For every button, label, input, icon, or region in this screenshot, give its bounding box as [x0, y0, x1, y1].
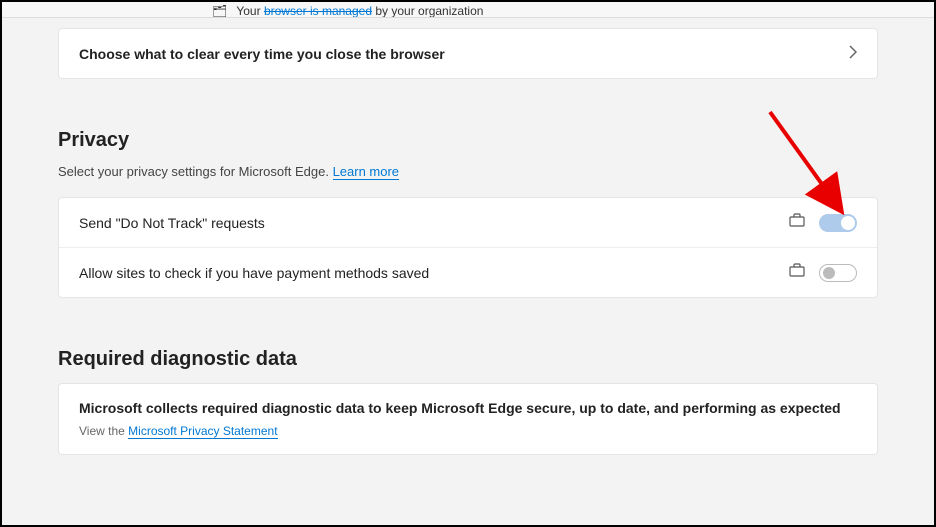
dnt-label: Send "Do Not Track" requests [79, 215, 265, 231]
diagnostic-desc: Microsoft collects required diagnostic d… [79, 400, 857, 416]
notice-link[interactable]: browser is managed [264, 4, 372, 18]
diagnostic-subtext: View the Microsoft Privacy Statement [79, 424, 857, 438]
managed-browser-notice: 🗂 Your browser is managed by your organi… [2, 2, 934, 18]
diagnostic-card: Microsoft collects required diagnostic d… [58, 383, 878, 455]
privacy-settings-card: Send "Do Not Track" requests Allow sites… [58, 197, 878, 298]
dnt-row: Send "Do Not Track" requests [59, 198, 877, 248]
notice-prefix: Your [236, 4, 264, 18]
privacy-heading: Privacy [58, 129, 878, 152]
payment-row: Allow sites to check if you have payment… [59, 248, 877, 297]
diagnostic-heading: Required diagnostic data [58, 348, 878, 371]
payment-toggle[interactable] [819, 264, 857, 282]
privacy-subtitle: Select your privacy settings for Microso… [58, 164, 878, 179]
clear-on-close-label: Choose what to clear every time you clos… [79, 46, 445, 62]
privacy-statement-link[interactable]: Microsoft Privacy Statement [128, 424, 277, 439]
briefcase-icon [789, 262, 805, 283]
briefcase-icon [789, 212, 805, 233]
privacy-learn-more-link[interactable]: Learn more [333, 164, 399, 180]
notice-suffix: by your organization [372, 4, 483, 18]
chevron-right-icon [849, 45, 857, 62]
dnt-toggle[interactable] [819, 214, 857, 232]
payment-label: Allow sites to check if you have payment… [79, 265, 429, 281]
clear-on-close-row[interactable]: Choose what to clear every time you clos… [58, 28, 878, 79]
